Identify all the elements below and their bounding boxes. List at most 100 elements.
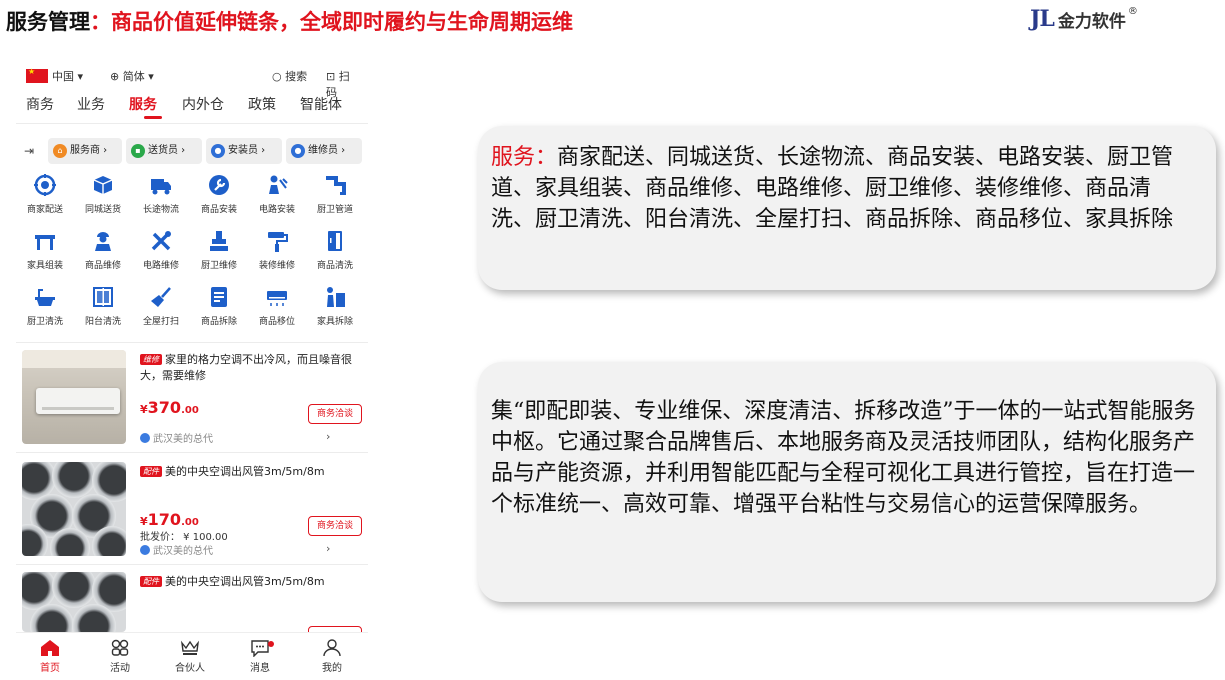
service-furniture-assembly[interactable]: 家具组装 [16,230,74,271]
product-image-air-conditioner[interactable] [22,350,126,444]
role-service-provider[interactable]: ⌂ 服务商 › [48,138,122,164]
negotiate-button[interactable]: 商务洽谈 [308,516,362,536]
box-icon [92,174,114,196]
language-selector[interactable]: ⊕ 简体 ▾ [110,68,154,84]
nav-home[interactable]: 首页 [20,639,80,674]
service-label: 家具组装 [26,261,63,271]
search-button[interactable]: ○ 搜索 [272,68,307,84]
product-title: 维修 家里的格力空调不出冷风，而且噪音很大，需要维修 [140,352,362,384]
service-product-cleaning[interactable]: 商品清洗 [306,230,364,271]
role-repairer[interactable]: ● 维修员 › [286,138,362,164]
divider [16,123,368,124]
service-furniture-removal[interactable]: 家具拆除 [306,286,364,327]
service-product-install[interactable]: 商品安装 [190,174,248,215]
chevron-right-icon[interactable]: › [326,542,330,555]
document-icon [208,286,230,308]
service-product-relocation[interactable]: 商品移位 [248,286,306,327]
wholesale-price: 批发价： ¥ 100.00 [140,532,228,543]
product-title: 配件 美的中央空调出风管3m/5m/8m [140,464,362,480]
nav-label: 活动 [110,663,130,674]
service-product-repair[interactable]: 商品维修 [74,230,132,271]
role-label: 安装员 [228,145,258,156]
service-label: 厨卫管道 [316,205,353,215]
bathtub-icon [34,286,56,308]
services-list: 商家配送、同城送货、长途物流、商品安装、电路安装、厨卫管道、家具组装、商品维修、… [491,145,1174,232]
product-price: ¥370.00 [140,398,199,417]
product-title: 配件 美的中央空调出风管3m/5m/8m [140,574,362,590]
nav-profile[interactable]: 我的 [302,639,362,674]
negotiate-button[interactable]: 商务洽谈 [308,404,362,424]
service-bath-cleaning[interactable]: 厨卫清洗 [16,286,74,327]
window-icon [92,286,114,308]
service-bath-pipe[interactable]: 厨卫管道 [306,174,364,215]
nav-messages[interactable]: 消息 [230,639,290,674]
shop-name[interactable]: 武汉美的总代 [140,542,213,557]
divider [16,342,368,343]
price-decimal: .00 [181,405,199,416]
product-image-pipe[interactable] [22,572,126,632]
product-card[interactable]: 配件 美的中央空调出风管3m/5m/8m [20,572,366,632]
service-whole-house[interactable]: 全屋打扫 [132,286,190,327]
unread-badge [268,641,274,647]
service-long-distance[interactable]: 长途物流 [132,174,190,215]
product-card[interactable]: 维修 家里的格力空调不出冷风，而且噪音很大，需要维修 ¥370.00 商务洽谈 武… [20,350,366,450]
tab-agent[interactable]: 智能体 [300,94,342,114]
tab-business[interactable]: 商务 [26,94,54,114]
home-icon [40,639,60,657]
slide-title-prefix: 服务管理 [6,10,90,34]
brand-name: 金力软件 [1057,11,1126,32]
nav-label: 首页 [40,663,60,674]
paint-roller-icon [266,230,288,252]
tab-services[interactable]: 服务 [129,94,157,114]
chevron-right-icon[interactable]: › [326,430,330,443]
slide-title-colon: ： [90,10,111,34]
service-decoration-repair[interactable]: 装修维修 [248,230,306,271]
slide-title-main: 商品价值延伸链条，全域即时履约与生命周期运维 [111,10,573,34]
region-label: 中国 [52,70,74,83]
service-balcony-cleaning[interactable]: 阳台清洗 [74,286,132,327]
role-installer[interactable]: ● 安装员 › [206,138,282,164]
service-city-delivery[interactable]: 同城送货 [74,174,132,215]
mover-icon [324,286,346,308]
shop-icon [140,433,150,443]
brand-mark: JL [1030,6,1055,32]
service-product-removal[interactable]: 商品拆除 [190,286,248,327]
price-integer: 370 [147,398,182,417]
service-delivery-merchant[interactable]: 商家配送 [16,174,74,215]
worker-icon [92,230,114,252]
product-card[interactable]: 配件 美的中央空调出风管3m/5m/8m ¥170.00 批发价： ¥ 100.0… [20,462,366,562]
language-label: 简体 [122,70,145,83]
role-delivery[interactable]: ▪ 送货员 › [126,138,202,164]
table-icon [34,230,56,252]
message-icon [250,639,270,657]
tab-warehouse[interactable]: 内外仓 [182,94,224,114]
service-label: 同城送货 [84,205,121,215]
tab-policy[interactable]: 政策 [248,94,276,114]
enter-icon[interactable]: ⇥ [24,144,34,158]
nav-activity[interactable]: 活动 [90,639,150,674]
service-circuit-repair[interactable]: 电路维修 [132,230,190,271]
nav-label: 我的 [322,663,342,674]
region-selector[interactable]: 中国 ▾ [52,68,83,84]
tab-operations[interactable]: 业务 [77,94,105,114]
service-label: 全屋打扫 [142,317,179,327]
product-image-pipe[interactable] [22,462,126,556]
service-label: 阳台清洗 [84,317,121,327]
shop-label: 武汉美的总代 [153,434,213,445]
service-label: 装修维修 [258,261,295,271]
nav-label: 消息 [250,663,270,674]
service-label: 厨卫清洗 [26,317,63,327]
active-tab-indicator [144,116,162,119]
service-circuit-install[interactable]: 电路安装 [248,174,306,215]
role-label: 送货员 [148,145,178,156]
nav-partner[interactable]: 合伙人 [160,639,220,674]
electrician-icon [266,174,288,196]
service-label: 商品安装 [200,205,237,215]
service-label: 商品移位 [258,317,295,327]
nav-label: 合伙人 [175,663,205,674]
shop-name[interactable]: 武汉美的总代 [140,430,213,445]
service-bath-repair[interactable]: 厨卫维修 [190,230,248,271]
role-label: 维修员 [308,145,338,156]
services-text: 服务：商家配送、同城送货、长途物流、商品安装、电路安装、厨卫管道、家具组装、商品… [491,142,1181,235]
product-tag: 配件 [140,466,162,477]
